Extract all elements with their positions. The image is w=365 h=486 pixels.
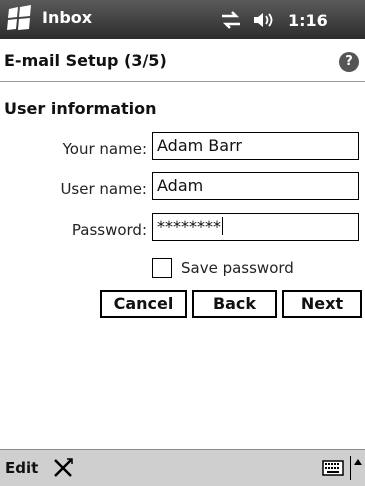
volume-icon[interactable] [252, 11, 276, 29]
keyboard-icon[interactable] [322, 460, 344, 476]
cancel-button[interactable]: Cancel [100, 290, 187, 318]
page-header: E-mail Setup (3/5) ? [0, 39, 365, 82]
title-bar: Inbox 1:16 [0, 0, 365, 39]
edit-menu[interactable]: Edit [5, 459, 38, 477]
sip-divider [350, 456, 351, 480]
tools-icon[interactable] [52, 457, 74, 479]
your-name-input[interactable]: Adam Barr [152, 132, 359, 160]
help-icon[interactable]: ? [339, 52, 359, 72]
sip-arrow-icon[interactable] [354, 459, 362, 465]
user-name-value: Adam [157, 176, 204, 195]
your-name-label: Your name: [62, 140, 147, 158]
user-name-label: User name: [60, 180, 147, 198]
user-name-input[interactable]: Adam [152, 172, 359, 200]
app-title[interactable]: Inbox [42, 8, 92, 27]
text-caret [222, 217, 223, 235]
section-title: User information [4, 99, 157, 118]
password-input[interactable]: ******** [152, 213, 359, 241]
password-label: Password: [71, 221, 147, 239]
save-password-checkbox[interactable] [152, 258, 172, 278]
status-area: 1:16 [220, 8, 328, 32]
menu-bar: Edit [0, 449, 365, 486]
start-icon[interactable] [5, 5, 35, 33]
save-password-label[interactable]: Save password [181, 259, 294, 277]
back-button[interactable]: Back [192, 290, 277, 318]
password-value: ******** [157, 217, 221, 236]
your-name-value: Adam Barr [157, 136, 242, 155]
clock[interactable]: 1:16 [288, 11, 328, 30]
next-button[interactable]: Next [282, 290, 362, 318]
connectivity-icon[interactable] [220, 11, 242, 29]
page-title: E-mail Setup (3/5) [4, 51, 167, 70]
